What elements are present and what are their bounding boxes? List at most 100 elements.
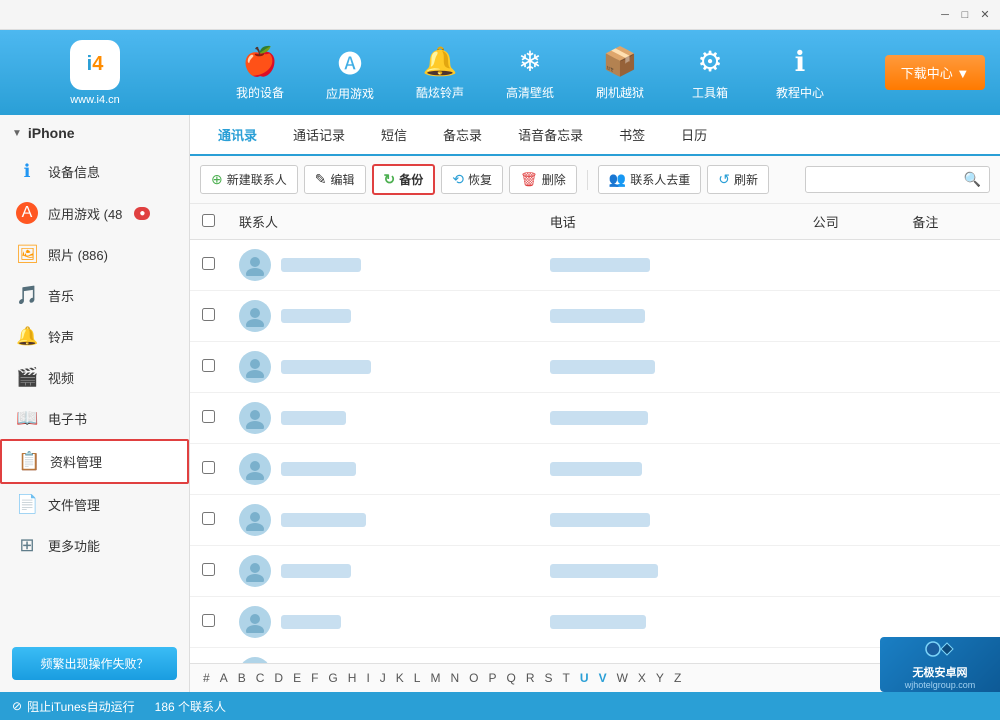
sidebar-item-device-info[interactable]: ℹ 设备信息 <box>0 151 189 192</box>
snowflake-icon: ❄ <box>518 45 541 78</box>
delete-button[interactable]: 🗑 删除 <box>509 165 577 194</box>
restore-button[interactable]: ⟲ 恢复 <box>441 165 503 194</box>
logo-subtitle: www.i4.cn <box>70 94 120 106</box>
sidebar-item-device-info-label: 设备信息 <box>48 162 100 181</box>
table-row[interactable] <box>190 240 1000 291</box>
nav-wallpapers[interactable]: ❄ 高清壁纸 <box>485 30 575 115</box>
tab-contacts[interactable]: 通讯录 <box>200 115 275 156</box>
itunes-icon: ⊘ <box>12 699 22 713</box>
row-note <box>900 444 1000 495</box>
maximize-button[interactable]: □ <box>958 8 972 22</box>
table-row[interactable] <box>190 444 1000 495</box>
row-checkbox <box>190 495 227 546</box>
sidebar-item-more[interactable]: ⊞ 更多功能 <box>0 525 189 566</box>
tab-voice-notes[interactable]: 语音备忘录 <box>500 115 601 156</box>
sidebar: ▼ iPhone ℹ 设备信息 A 应用游戏 (48 ● 🖼 照片 (886) … <box>0 115 190 692</box>
alpha-W[interactable]: W <box>614 670 631 686</box>
tab-bookmarks[interactable]: 书签 <box>601 115 663 156</box>
table-row[interactable] <box>190 597 1000 648</box>
tab-sms[interactable]: 短信 <box>363 115 425 156</box>
col-name: 联系人 <box>227 204 538 240</box>
alpha-B[interactable]: B <box>235 670 249 686</box>
tab-call-log[interactable]: 通话记录 <box>275 115 363 156</box>
alpha-A[interactable]: A <box>217 670 231 686</box>
alpha-S[interactable]: S <box>542 670 556 686</box>
sidebar-item-data-mgmt[interactable]: 📋 资料管理 <box>0 439 189 484</box>
row-phone <box>538 240 801 291</box>
row-phone <box>538 495 801 546</box>
sidebar-item-file-mgmt[interactable]: 📄 文件管理 <box>0 484 189 525</box>
alpha-N[interactable]: N <box>447 670 462 686</box>
minimize-button[interactable]: ─ <box>938 8 952 22</box>
alpha-Q[interactable]: Q <box>504 670 519 686</box>
search-input[interactable] <box>814 173 964 187</box>
nav-tutorials[interactable]: ℹ 教程中心 <box>755 30 845 115</box>
ringtone-icon: 🔔 <box>16 326 38 347</box>
tab-notes[interactable]: 备忘录 <box>425 115 500 156</box>
alpha-#[interactable]: # <box>200 670 213 686</box>
nav-toolbox[interactable]: ⚙ 工具箱 <box>665 30 755 115</box>
row-name <box>227 240 538 291</box>
alpha-R[interactable]: R <box>523 670 538 686</box>
alpha-P[interactable]: P <box>486 670 500 686</box>
row-phone <box>538 393 801 444</box>
alpha-K[interactable]: K <box>393 670 407 686</box>
device-section-header: ▼ iPhone <box>0 115 189 151</box>
device-name: iPhone <box>28 125 75 141</box>
alpha-J[interactable]: J <box>377 670 389 686</box>
select-all-checkbox[interactable] <box>202 214 215 227</box>
backup-button[interactable]: ↻ 备份 <box>372 164 436 195</box>
nav-my-device[interactable]: 🍎 我的设备 <box>215 30 305 115</box>
nav-jailbreak[interactable]: 📦 刷机越狱 <box>575 30 665 115</box>
alpha-G[interactable]: G <box>325 670 340 686</box>
table-row[interactable] <box>190 546 1000 597</box>
sidebar-item-apps[interactable]: A 应用游戏 (48 ● <box>0 192 189 234</box>
title-bar: ─ □ ✕ <box>0 0 1000 30</box>
alpha-T[interactable]: T <box>560 670 573 686</box>
nav-bar: 🍎 我的设备 🅐 应用游戏 🔔 酷炫铃声 ❄ 高清壁纸 📦 刷机越狱 ⚙ 工具箱… <box>190 30 870 115</box>
close-button[interactable]: ✕ <box>978 8 992 22</box>
alpha-Y[interactable]: Y <box>653 670 667 686</box>
alpha-U[interactable]: U <box>577 670 592 686</box>
row-checkbox <box>190 597 227 648</box>
table-row[interactable] <box>190 648 1000 664</box>
alpha-H[interactable]: H <box>345 670 360 686</box>
table-row[interactable] <box>190 495 1000 546</box>
download-center-button[interactable]: 下载中心 ▼ <box>885 55 985 90</box>
avatar <box>239 453 271 485</box>
dedup-button[interactable]: 👥 联系人去重 <box>598 165 701 194</box>
nav-apps-label: 应用游戏 <box>326 85 374 102</box>
edit-button[interactable]: ✎ 编辑 <box>304 165 366 194</box>
table-row[interactable] <box>190 393 1000 444</box>
table-row[interactable] <box>190 291 1000 342</box>
alpha-V[interactable]: V <box>596 670 610 686</box>
sidebar-item-photos[interactable]: 🖼 照片 (886) <box>0 234 189 275</box>
sidebar-item-video[interactable]: 🎬 视频 <box>0 357 189 398</box>
row-note <box>900 291 1000 342</box>
tab-bar: 通讯录 通话记录 短信 备忘录 语音备忘录 书签 日历 <box>190 115 1000 156</box>
alpha-I[interactable]: I <box>363 670 372 686</box>
new-contact-button[interactable]: ⊕ 新建联系人 <box>200 165 298 194</box>
refresh-button[interactable]: ↺ 刷新 <box>707 165 769 194</box>
alpha-L[interactable]: L <box>411 670 424 686</box>
help-button[interactable]: 频繁出现操作失败？ <box>12 647 177 680</box>
alpha-Z[interactable]: Z <box>671 670 684 686</box>
nav-ringtones[interactable]: 🔔 酷炫铃声 <box>395 30 485 115</box>
edit-icon: ✎ <box>315 171 327 188</box>
alpha-D[interactable]: D <box>271 670 286 686</box>
tab-calendar[interactable]: 日历 <box>663 115 725 156</box>
dedup-icon: 👥 <box>609 171 626 188</box>
alpha-C[interactable]: C <box>253 670 268 686</box>
alpha-X[interactable]: X <box>635 670 649 686</box>
sidebar-item-music[interactable]: 🎵 音乐 <box>0 275 189 316</box>
apps-circle-icon: A <box>16 202 38 224</box>
table-row[interactable] <box>190 342 1000 393</box>
alpha-F[interactable]: F <box>308 670 321 686</box>
alpha-E[interactable]: E <box>290 670 304 686</box>
alpha-O[interactable]: O <box>466 670 481 686</box>
sidebar-item-ringtones[interactable]: 🔔 铃声 <box>0 316 189 357</box>
sidebar-item-ebooks[interactable]: 📖 电子书 <box>0 398 189 439</box>
alpha-M[interactable]: M <box>427 670 443 686</box>
nav-apps-games[interactable]: 🅐 应用游戏 <box>305 30 395 115</box>
clipboard-icon: 📋 <box>18 451 40 472</box>
